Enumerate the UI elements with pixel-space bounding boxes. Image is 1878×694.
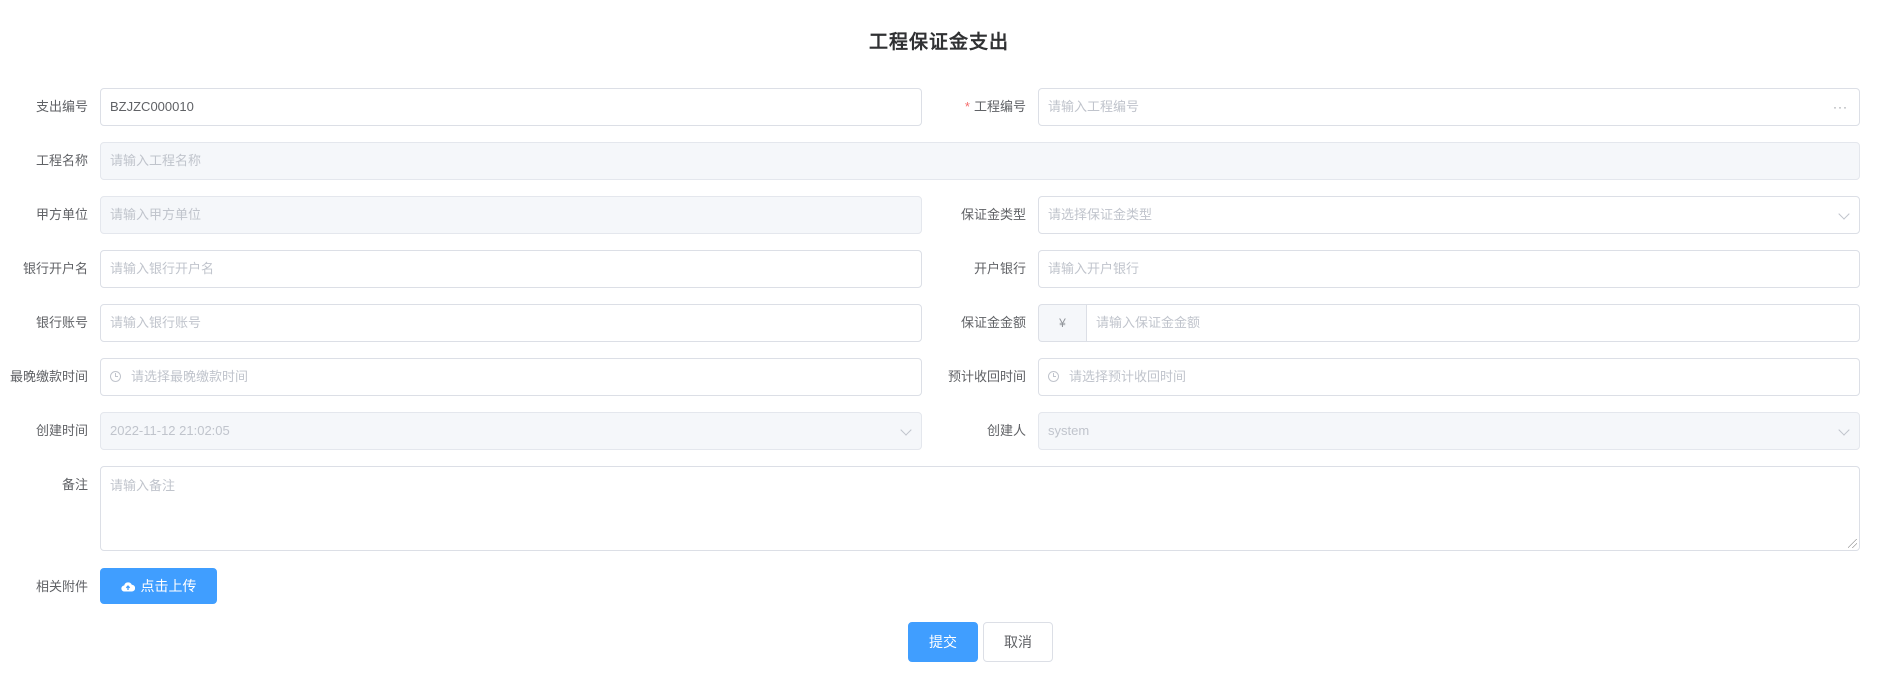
project-no-label: * 工程编号 (900, 88, 1026, 126)
chevron-down-icon (1838, 208, 1850, 220)
project-name-input: 请输入工程名称 (100, 142, 1860, 180)
expense-no-label: 支出编号 (35, 99, 88, 114)
account-name-input[interactable]: 请输入银行开户名 (100, 250, 922, 288)
latest-pay-time-label: 最晚缴款时间 (9, 369, 88, 384)
account-no-input[interactable]: 请输入银行账号 (100, 304, 922, 342)
deposit-type-label: 保证金类型 (960, 207, 1026, 222)
upload-button-label: 点击上传 (140, 578, 197, 594)
expected-return-time-placeholder: 请选择预计收回时间 (1069, 369, 1187, 384)
create-time-value: 2022-11-12 21:02:05 (110, 423, 230, 438)
amount-label: 保证金金额 (960, 315, 1026, 330)
resize-handle-icon[interactable] (1848, 539, 1857, 548)
latest-pay-time-placeholder: 请选择最晚缴款时间 (131, 369, 249, 384)
more-icon[interactable]: ··· (1833, 89, 1848, 125)
expected-return-time-label: 预计收回时间 (947, 369, 1026, 384)
creator-value: system (1048, 423, 1090, 438)
expected-return-time-picker[interactable]: 请选择预计收回时间 (1038, 358, 1860, 396)
creator-label: 创建人 (986, 423, 1026, 438)
required-marker: * (964, 99, 970, 114)
creator-select: system (1038, 412, 1860, 450)
amount-input[interactable]: 请输入保证金金额 (1086, 304, 1860, 342)
form-row-7: 创建时间 2022-11-12 21:02:05 创建人 system (0, 412, 1878, 450)
upload-button[interactable]: 点击上传 (100, 568, 217, 604)
cancel-button[interactable]: 取消 (983, 622, 1053, 662)
form-row-6: 最晚缴款时间 请选择最晚缴款时间 预计收回时间 请选择预计收回时间 (0, 358, 1878, 396)
deposit-type-select[interactable]: 请选择保证金类型 (1038, 196, 1860, 234)
project-name-label: 工程名称 (35, 153, 88, 168)
form-row-3: 甲方单位 请输入甲方单位 保证金类型 请选择保证金类型 (0, 196, 1878, 234)
page-title: 工程保证金支出 (868, 32, 1009, 53)
form-row-1: 支出编号 BZJZC000010 * 工程编号 请输入工程编号 ··· (0, 88, 1878, 126)
party-a-label: 甲方单位 (35, 207, 88, 222)
remark-placeholder: 请输入备注 (110, 478, 176, 493)
clock-icon (110, 371, 121, 383)
form-row-5: 银行账号 请输入银行账号 保证金金额 ¥ 请输入保证金金额 (0, 304, 1878, 342)
currency-prefix: ¥ (1038, 304, 1086, 342)
deposit-type-placeholder: 请选择保证金类型 (1048, 207, 1153, 222)
create-time-select: 2022-11-12 21:02:05 (100, 412, 922, 450)
remark-label: 备注 (61, 477, 88, 492)
form-row-4: 银行开户名 请输入银行开户名 开户银行 请输入开户银行 (0, 250, 1878, 288)
project-no-input[interactable]: 请输入工程编号 ··· (1038, 88, 1860, 126)
remark-textarea[interactable]: 请输入备注 (100, 466, 1860, 551)
expense-no-input[interactable]: BZJZC000010 (100, 88, 922, 126)
account-name-label: 银行开户名 (22, 261, 88, 276)
upload-cloud-icon (120, 582, 135, 592)
create-time-label: 创建时间 (35, 423, 88, 438)
project-no-label-text: 工程编号 (973, 99, 1026, 114)
party-a-input: 请输入甲方单位 (100, 196, 922, 234)
chevron-down-icon (1838, 424, 1850, 436)
form-row-2: 工程名称 请输入工程名称 (0, 142, 1878, 180)
project-no-placeholder: 请输入工程编号 (1048, 99, 1140, 114)
account-no-label: 银行账号 (35, 315, 88, 330)
clock-icon (1048, 371, 1059, 383)
bank-label: 开户银行 (973, 261, 1026, 276)
attachment-label: 相关附件 (35, 579, 88, 594)
latest-pay-time-picker[interactable]: 请选择最晚缴款时间 (100, 358, 922, 396)
bank-input[interactable]: 请输入开户银行 (1038, 250, 1860, 288)
submit-button[interactable]: 提交 (908, 622, 978, 662)
